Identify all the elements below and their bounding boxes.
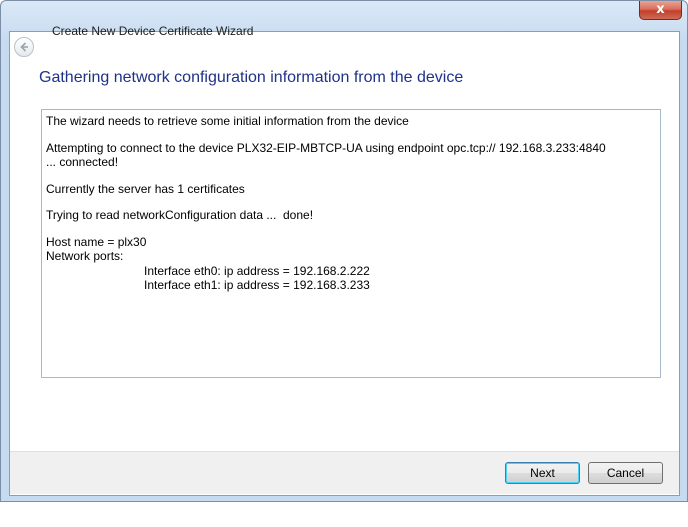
next-button[interactable]: Next <box>505 462 580 484</box>
log-line: Network ports: <box>46 249 124 263</box>
log-line: Interface eth0: ip address = 192.168.2.2… <box>144 263 370 278</box>
cancel-button[interactable]: Cancel <box>588 462 663 484</box>
wizard-title: Create New Device Certificate Wizard <box>52 24 254 38</box>
wizard-window: x Create New Device Certificate Wizard G… <box>0 0 688 502</box>
log-output-box: The wizard needs to retrieve some initia… <box>41 109 661 378</box>
page-heading: Gathering network configuration informat… <box>39 69 464 86</box>
log-line: Host name = plx30 <box>46 234 147 249</box>
back-arrow-glyph <box>20 42 28 52</box>
log-line: The wizard needs to retrieve some initia… <box>46 114 409 128</box>
back-arrow-icon[interactable] <box>14 37 34 57</box>
log-line: Interface eth1: ip address = 192.168.3.2… <box>144 278 370 292</box>
log-line: Currently the server has 1 certificates <box>46 181 245 196</box>
button-bar: Next Cancel <box>10 451 679 494</box>
log-line: Trying to read networkConfiguration data… <box>46 208 314 222</box>
close-button[interactable]: x <box>639 1 682 20</box>
log-line: Attempting to connect to the device PLX3… <box>46 140 606 170</box>
